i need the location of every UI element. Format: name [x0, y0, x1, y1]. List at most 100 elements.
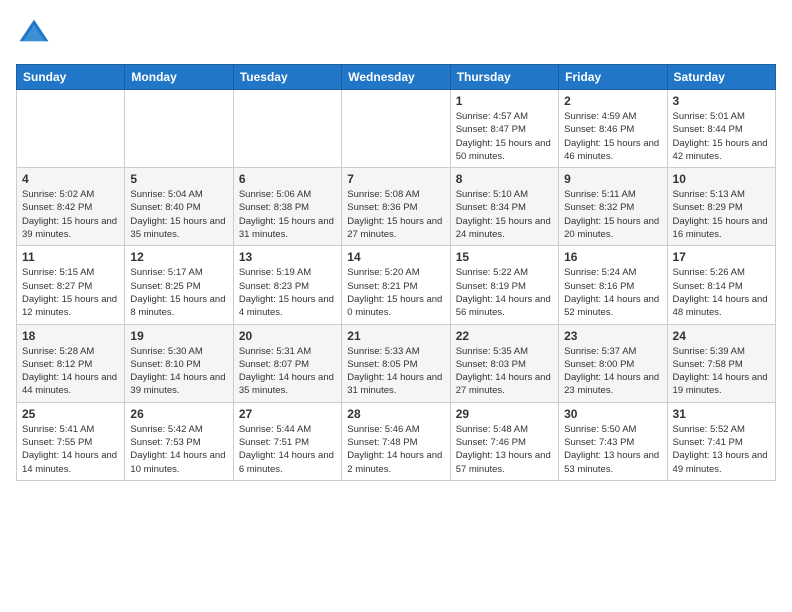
day-number: 18 — [22, 329, 119, 343]
day-info: Sunrise: 5:15 AMSunset: 8:27 PMDaylight:… — [22, 266, 119, 319]
day-number: 17 — [673, 250, 770, 264]
day-number: 11 — [22, 250, 119, 264]
day-info: Sunrise: 5:04 AMSunset: 8:40 PMDaylight:… — [130, 188, 227, 241]
calendar-cell: 4 Sunrise: 5:02 AMSunset: 8:42 PMDayligh… — [17, 168, 125, 246]
day-number: 2 — [564, 94, 661, 108]
calendar-cell: 7 Sunrise: 5:08 AMSunset: 8:36 PMDayligh… — [342, 168, 450, 246]
day-number: 15 — [456, 250, 553, 264]
calendar-cell: 30 Sunrise: 5:50 AMSunset: 7:43 PMDaylig… — [559, 402, 667, 480]
calendar-cell: 18 Sunrise: 5:28 AMSunset: 8:12 PMDaylig… — [17, 324, 125, 402]
calendar-cell: 26 Sunrise: 5:42 AMSunset: 7:53 PMDaylig… — [125, 402, 233, 480]
day-number: 8 — [456, 172, 553, 186]
day-number: 7 — [347, 172, 444, 186]
calendar-cell: 11 Sunrise: 5:15 AMSunset: 8:27 PMDaylig… — [17, 246, 125, 324]
day-number: 25 — [22, 407, 119, 421]
day-info: Sunrise: 5:50 AMSunset: 7:43 PMDaylight:… — [564, 423, 661, 476]
day-number: 31 — [673, 407, 770, 421]
logo — [16, 16, 56, 52]
calendar-week-row: 1 Sunrise: 4:57 AMSunset: 8:47 PMDayligh… — [17, 90, 776, 168]
logo-icon — [16, 16, 52, 52]
calendar-cell: 10 Sunrise: 5:13 AMSunset: 8:29 PMDaylig… — [667, 168, 775, 246]
day-number: 22 — [456, 329, 553, 343]
calendar-cell: 21 Sunrise: 5:33 AMSunset: 8:05 PMDaylig… — [342, 324, 450, 402]
col-header-sunday: Sunday — [17, 65, 125, 90]
calendar-cell: 14 Sunrise: 5:20 AMSunset: 8:21 PMDaylig… — [342, 246, 450, 324]
day-info: Sunrise: 5:19 AMSunset: 8:23 PMDaylight:… — [239, 266, 336, 319]
calendar-cell: 5 Sunrise: 5:04 AMSunset: 8:40 PMDayligh… — [125, 168, 233, 246]
calendar-week-row: 18 Sunrise: 5:28 AMSunset: 8:12 PMDaylig… — [17, 324, 776, 402]
day-info: Sunrise: 5:11 AMSunset: 8:32 PMDaylight:… — [564, 188, 661, 241]
calendar-cell: 22 Sunrise: 5:35 AMSunset: 8:03 PMDaylig… — [450, 324, 558, 402]
day-number: 29 — [456, 407, 553, 421]
day-number: 13 — [239, 250, 336, 264]
calendar-cell: 9 Sunrise: 5:11 AMSunset: 8:32 PMDayligh… — [559, 168, 667, 246]
day-info: Sunrise: 5:10 AMSunset: 8:34 PMDaylight:… — [456, 188, 553, 241]
calendar-cell: 24 Sunrise: 5:39 AMSunset: 7:58 PMDaylig… — [667, 324, 775, 402]
calendar-cell: 19 Sunrise: 5:30 AMSunset: 8:10 PMDaylig… — [125, 324, 233, 402]
calendar-cell: 2 Sunrise: 4:59 AMSunset: 8:46 PMDayligh… — [559, 90, 667, 168]
calendar-cell: 17 Sunrise: 5:26 AMSunset: 8:14 PMDaylig… — [667, 246, 775, 324]
calendar-cell: 27 Sunrise: 5:44 AMSunset: 7:51 PMDaylig… — [233, 402, 341, 480]
page-header — [16, 16, 776, 52]
calendar-week-row: 4 Sunrise: 5:02 AMSunset: 8:42 PMDayligh… — [17, 168, 776, 246]
day-number: 20 — [239, 329, 336, 343]
col-header-tuesday: Tuesday — [233, 65, 341, 90]
day-info: Sunrise: 5:35 AMSunset: 8:03 PMDaylight:… — [456, 345, 553, 398]
col-header-thursday: Thursday — [450, 65, 558, 90]
day-info: Sunrise: 5:39 AMSunset: 7:58 PMDaylight:… — [673, 345, 770, 398]
calendar-cell: 13 Sunrise: 5:19 AMSunset: 8:23 PMDaylig… — [233, 246, 341, 324]
day-info: Sunrise: 5:01 AMSunset: 8:44 PMDaylight:… — [673, 110, 770, 163]
calendar-cell: 15 Sunrise: 5:22 AMSunset: 8:19 PMDaylig… — [450, 246, 558, 324]
calendar-cell: 12 Sunrise: 5:17 AMSunset: 8:25 PMDaylig… — [125, 246, 233, 324]
day-info: Sunrise: 5:33 AMSunset: 8:05 PMDaylight:… — [347, 345, 444, 398]
day-info: Sunrise: 5:42 AMSunset: 7:53 PMDaylight:… — [130, 423, 227, 476]
day-number: 24 — [673, 329, 770, 343]
day-info: Sunrise: 5:13 AMSunset: 8:29 PMDaylight:… — [673, 188, 770, 241]
col-header-monday: Monday — [125, 65, 233, 90]
calendar-cell: 25 Sunrise: 5:41 AMSunset: 7:55 PMDaylig… — [17, 402, 125, 480]
calendar-cell — [233, 90, 341, 168]
day-info: Sunrise: 5:22 AMSunset: 8:19 PMDaylight:… — [456, 266, 553, 319]
day-number: 30 — [564, 407, 661, 421]
calendar-cell: 29 Sunrise: 5:48 AMSunset: 7:46 PMDaylig… — [450, 402, 558, 480]
calendar-cell: 31 Sunrise: 5:52 AMSunset: 7:41 PMDaylig… — [667, 402, 775, 480]
day-info: Sunrise: 5:41 AMSunset: 7:55 PMDaylight:… — [22, 423, 119, 476]
calendar-header-row: SundayMondayTuesdayWednesdayThursdayFrid… — [17, 65, 776, 90]
day-info: Sunrise: 5:08 AMSunset: 8:36 PMDaylight:… — [347, 188, 444, 241]
calendar-cell: 23 Sunrise: 5:37 AMSunset: 8:00 PMDaylig… — [559, 324, 667, 402]
day-number: 21 — [347, 329, 444, 343]
day-number: 12 — [130, 250, 227, 264]
day-info: Sunrise: 4:59 AMSunset: 8:46 PMDaylight:… — [564, 110, 661, 163]
day-number: 5 — [130, 172, 227, 186]
calendar-cell — [17, 90, 125, 168]
day-info: Sunrise: 5:06 AMSunset: 8:38 PMDaylight:… — [239, 188, 336, 241]
day-info: Sunrise: 5:24 AMSunset: 8:16 PMDaylight:… — [564, 266, 661, 319]
day-info: Sunrise: 5:31 AMSunset: 8:07 PMDaylight:… — [239, 345, 336, 398]
day-number: 4 — [22, 172, 119, 186]
day-info: Sunrise: 5:37 AMSunset: 8:00 PMDaylight:… — [564, 345, 661, 398]
day-info: Sunrise: 5:02 AMSunset: 8:42 PMDaylight:… — [22, 188, 119, 241]
day-number: 3 — [673, 94, 770, 108]
day-info: Sunrise: 5:46 AMSunset: 7:48 PMDaylight:… — [347, 423, 444, 476]
day-number: 26 — [130, 407, 227, 421]
day-info: Sunrise: 5:52 AMSunset: 7:41 PMDaylight:… — [673, 423, 770, 476]
day-info: Sunrise: 5:17 AMSunset: 8:25 PMDaylight:… — [130, 266, 227, 319]
col-header-saturday: Saturday — [667, 65, 775, 90]
day-info: Sunrise: 5:20 AMSunset: 8:21 PMDaylight:… — [347, 266, 444, 319]
calendar-cell: 28 Sunrise: 5:46 AMSunset: 7:48 PMDaylig… — [342, 402, 450, 480]
calendar-cell: 1 Sunrise: 4:57 AMSunset: 8:47 PMDayligh… — [450, 90, 558, 168]
day-number: 9 — [564, 172, 661, 186]
calendar-cell: 8 Sunrise: 5:10 AMSunset: 8:34 PMDayligh… — [450, 168, 558, 246]
day-number: 14 — [347, 250, 444, 264]
day-number: 6 — [239, 172, 336, 186]
calendar-week-row: 25 Sunrise: 5:41 AMSunset: 7:55 PMDaylig… — [17, 402, 776, 480]
day-number: 16 — [564, 250, 661, 264]
calendar-week-row: 11 Sunrise: 5:15 AMSunset: 8:27 PMDaylig… — [17, 246, 776, 324]
day-number: 1 — [456, 94, 553, 108]
day-info: Sunrise: 5:44 AMSunset: 7:51 PMDaylight:… — [239, 423, 336, 476]
day-number: 23 — [564, 329, 661, 343]
calendar-cell: 6 Sunrise: 5:06 AMSunset: 8:38 PMDayligh… — [233, 168, 341, 246]
calendar-cell: 20 Sunrise: 5:31 AMSunset: 8:07 PMDaylig… — [233, 324, 341, 402]
col-header-wednesday: Wednesday — [342, 65, 450, 90]
day-info: Sunrise: 5:26 AMSunset: 8:14 PMDaylight:… — [673, 266, 770, 319]
